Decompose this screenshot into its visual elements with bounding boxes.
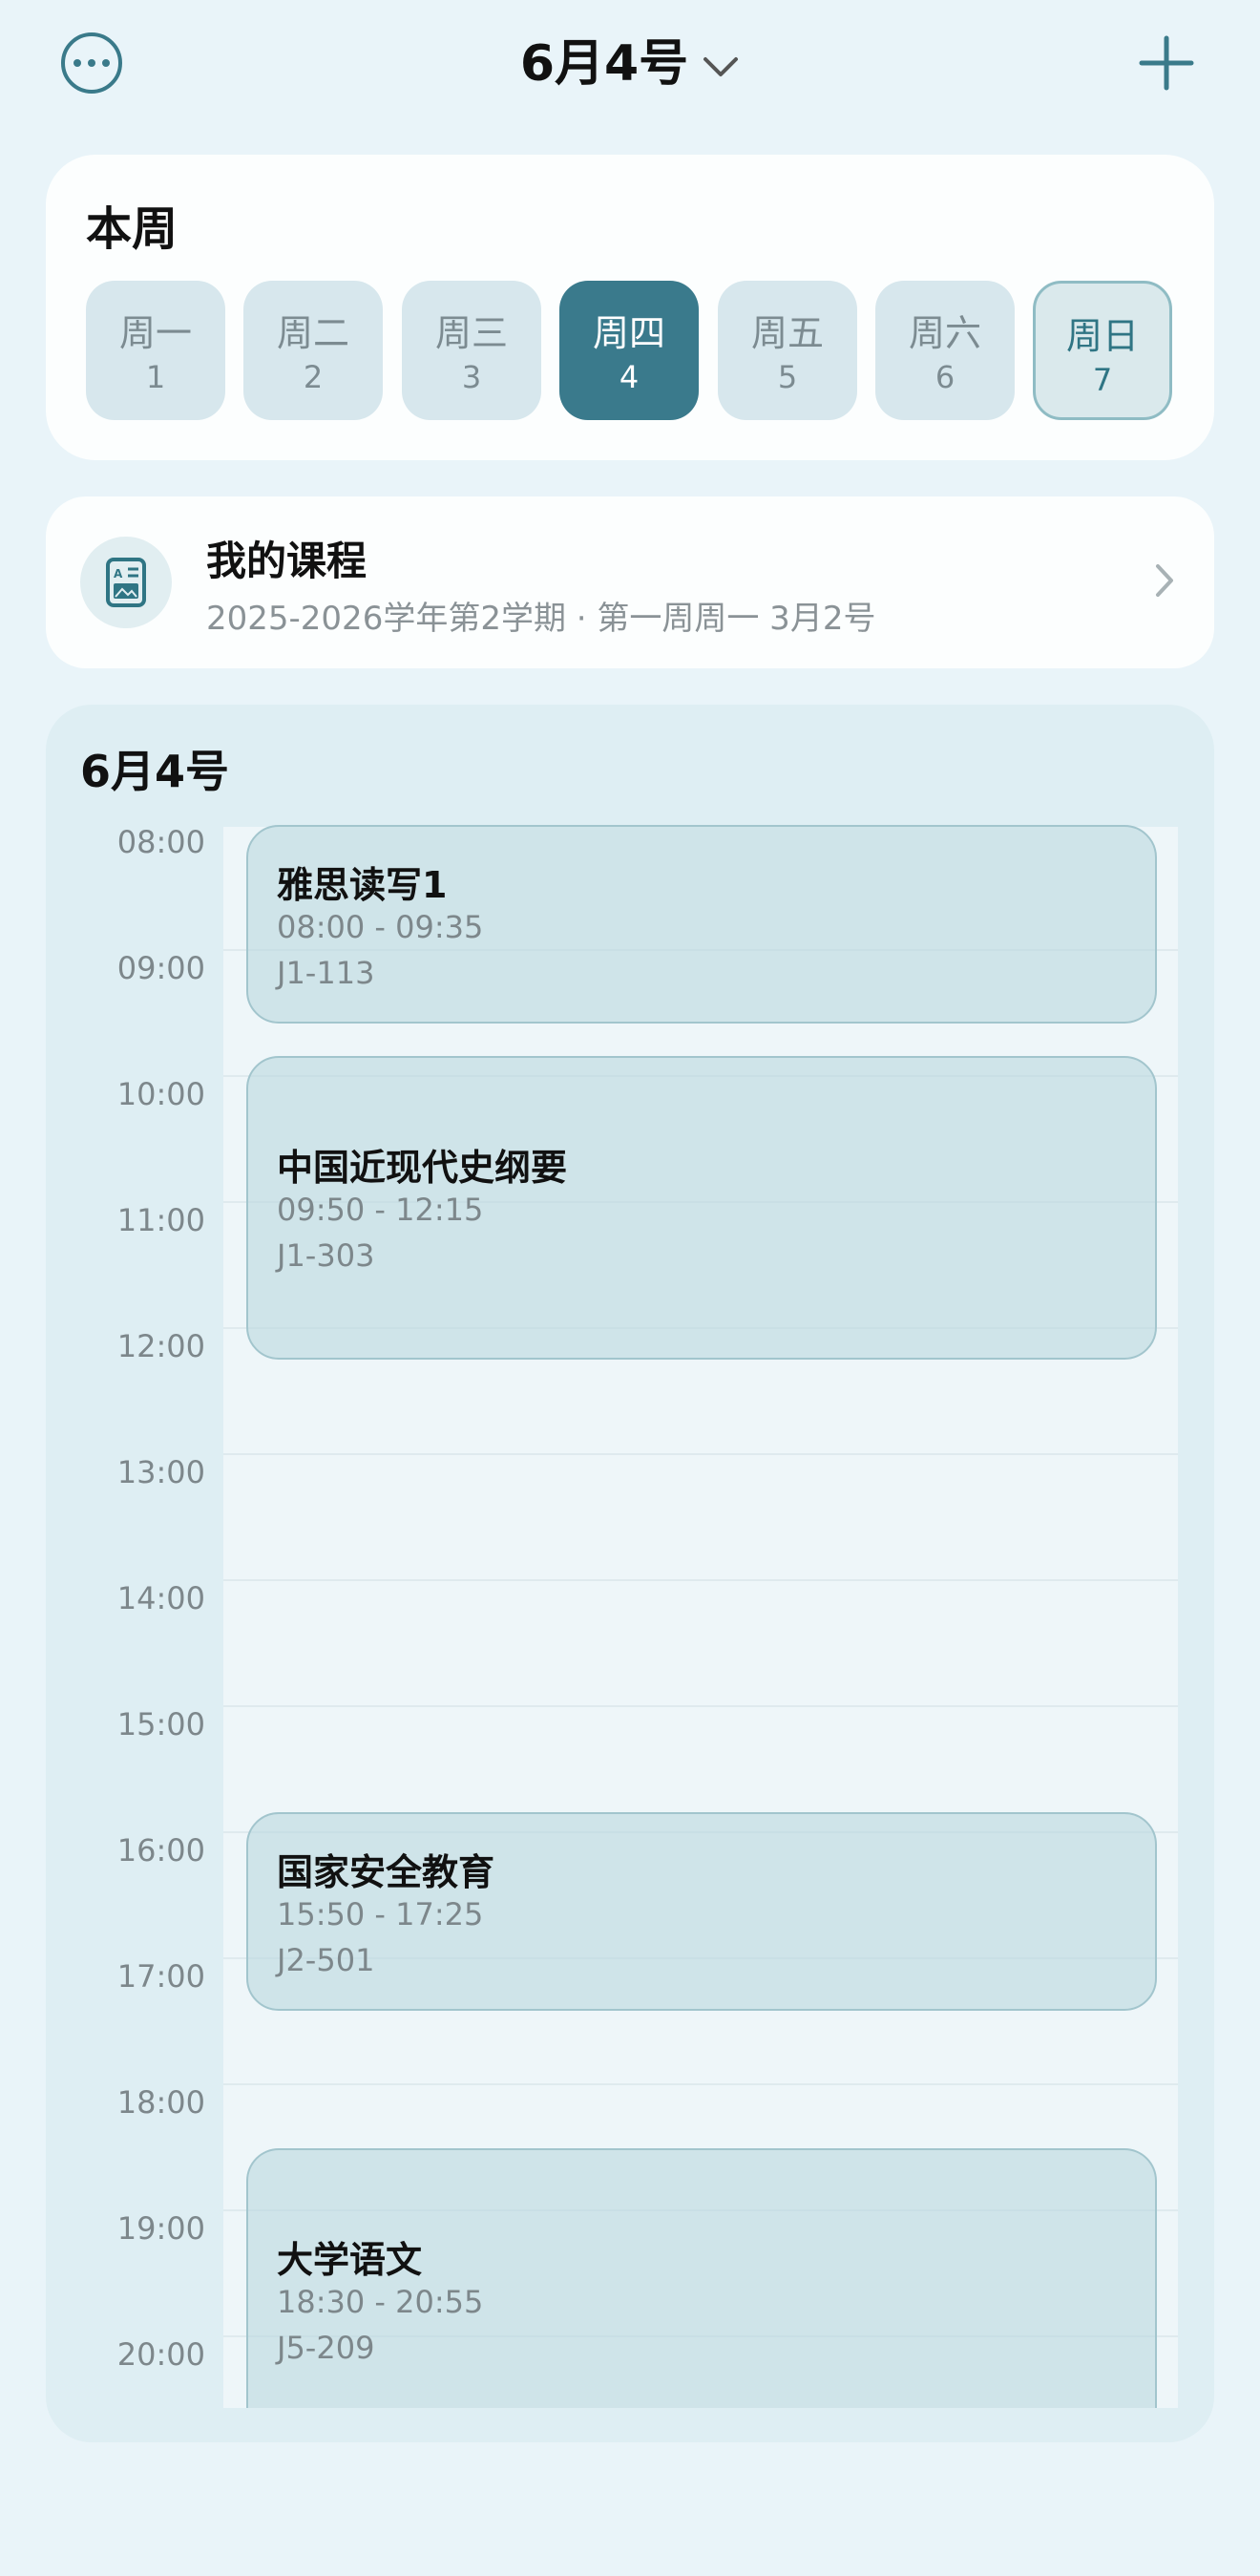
hour-label: 10:00 — [116, 1076, 205, 1112]
hour-label: 14:00 — [116, 1580, 205, 1616]
my-courses-title: 我的课程 — [206, 538, 368, 584]
hour-label: 08:00 — [116, 824, 205, 860]
day-name: 周五 — [750, 312, 824, 354]
plus-icon — [1139, 35, 1194, 91]
hour-label: 09:00 — [116, 950, 205, 986]
schedule-date-title: 6月4号 — [80, 746, 230, 797]
course-event[interactable]: 大学语文 18:30 - 20:55 J5-209 — [246, 2148, 1157, 2408]
day-saturday[interactable]: 周六 6 — [875, 281, 1015, 420]
course-event[interactable]: 中国近现代史纲要 09:50 - 12:15 J1-303 — [246, 1056, 1157, 1360]
course-event[interactable]: 雅思读写1 08:00 - 09:35 J1-113 — [246, 825, 1157, 1024]
day-name: 周三 — [434, 312, 508, 354]
day-name: 周一 — [118, 312, 192, 354]
course-room: J1-303 — [277, 1237, 375, 1274]
date-picker-title[interactable]: 6月4号 — [0, 29, 1260, 99]
hour-label: 11:00 — [116, 1202, 205, 1238]
page-title: 6月4号 — [519, 35, 689, 93]
day-name: 周二 — [276, 312, 349, 354]
my-courses-subtitle: 2025-2026学年第2学期 · 第一周周一 3月2号 — [206, 600, 876, 638]
hour-label: 20:00 — [116, 2336, 205, 2373]
day-name: 周六 — [908, 312, 981, 354]
day-number: 6 — [934, 359, 956, 395]
course-time: 08:00 - 09:35 — [277, 909, 484, 945]
chevron-right-icon — [1153, 561, 1176, 603]
schedule-document-icon: A — [80, 537, 172, 628]
day-wednesday[interactable]: 周三 3 — [402, 281, 541, 420]
day-number: 5 — [777, 359, 798, 395]
course-name: 中国近现代史纲要 — [277, 1147, 568, 1189]
hour-label: 18:00 — [116, 2084, 205, 2121]
hour-label: 13:00 — [116, 1454, 205, 1490]
hour-label: 17:00 — [116, 1958, 205, 1995]
hour-gridline — [223, 1705, 1178, 1707]
course-time: 09:50 - 12:15 — [277, 1192, 484, 1228]
course-name: 雅思读写1 — [277, 864, 448, 906]
hour-gridline — [223, 1453, 1178, 1455]
day-name: 周四 — [592, 312, 665, 354]
add-course-button[interactable] — [1138, 34, 1195, 92]
chevron-down-icon — [702, 27, 740, 97]
course-name: 大学语文 — [277, 2239, 423, 2281]
day-sunday[interactable]: 周日 7 — [1033, 281, 1172, 420]
hour-label: 19:00 — [116, 2210, 205, 2247]
course-room: J1-113 — [277, 955, 375, 991]
hour-label: 15:00 — [116, 1706, 205, 1742]
svg-text:A: A — [114, 567, 123, 581]
day-number: 3 — [461, 359, 482, 395]
hour-label: 12:00 — [116, 1328, 205, 1364]
course-time: 18:30 - 20:55 — [277, 2284, 484, 2320]
day-tuesday[interactable]: 周二 2 — [243, 281, 383, 420]
hour-label: 16:00 — [116, 1832, 205, 1869]
day-monday[interactable]: 周一 1 — [86, 281, 225, 420]
hour-gridline — [223, 1579, 1178, 1581]
day-number: 4 — [619, 359, 640, 395]
day-thursday[interactable]: 周四 4 — [559, 281, 699, 420]
course-room: J5-209 — [277, 2330, 375, 2366]
course-time: 15:50 - 17:25 — [277, 1896, 484, 1932]
course-room: J2-501 — [277, 1942, 375, 1978]
course-name: 国家安全教育 — [277, 1851, 495, 1893]
day-number: 1 — [145, 359, 166, 395]
hour-gridline — [223, 2083, 1178, 2085]
day-name: 周日 — [1065, 315, 1139, 357]
day-number: 7 — [1092, 362, 1113, 398]
course-event[interactable]: 国家安全教育 15:50 - 17:25 J2-501 — [246, 1812, 1157, 2011]
day-number: 2 — [303, 359, 324, 395]
day-friday[interactable]: 周五 5 — [718, 281, 857, 420]
week-title: 本周 — [86, 202, 178, 256]
